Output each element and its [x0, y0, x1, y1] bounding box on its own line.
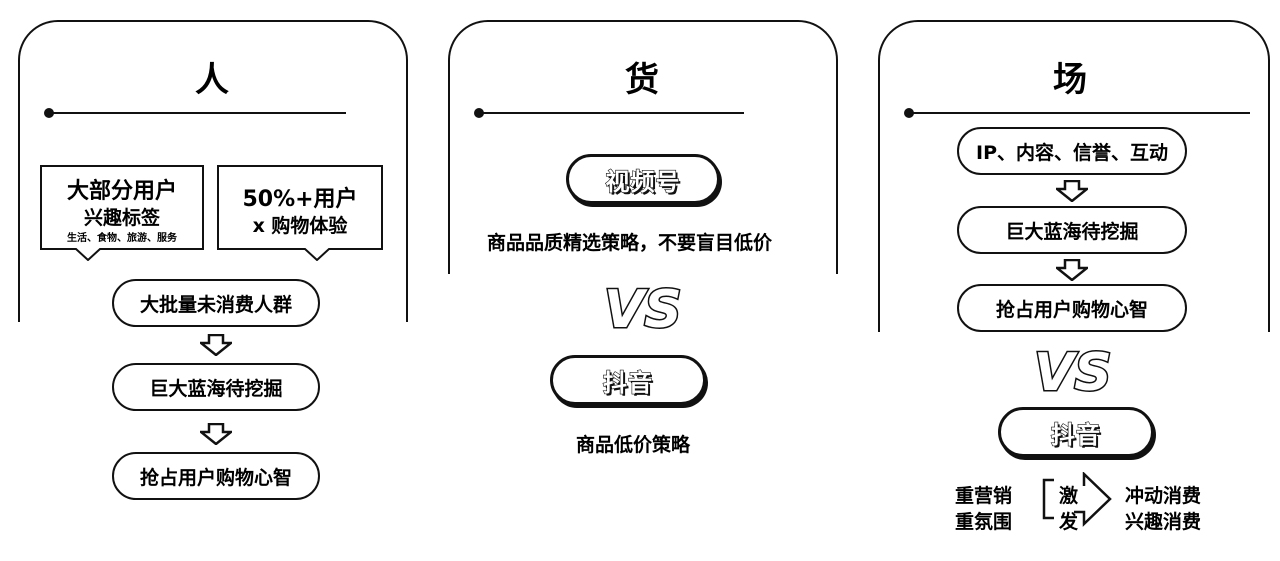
goods-strategy-quality: 商品品质精选策略，不要盲目低价: [487, 232, 773, 254]
down-arrow-icon: [200, 423, 232, 445]
marketing-focus-1: 重营销: [955, 485, 1013, 507]
panel-people-rule: [50, 112, 346, 114]
place-flow-step-2: 巨大蓝海待挖掘: [957, 206, 1187, 254]
platform-tag-douyin: 抖音: [998, 407, 1154, 457]
panel-place-title: 场: [1053, 60, 1087, 100]
down-arrow-icon: [1056, 259, 1088, 281]
people-flow-step-1: 大批量未消费人群: [112, 279, 320, 327]
consumption-type-1: 冲动消费: [1125, 485, 1202, 507]
marketing-focus-2: 重氛围: [955, 511, 1013, 533]
consumption-type-2: 兴趣消费: [1125, 511, 1202, 533]
callout-shopping-experience: 50%+用户 x 购物体验: [217, 165, 383, 261]
trigger-char-2: 发: [1059, 511, 1079, 533]
platform-tag-label: 抖音: [1050, 420, 1101, 449]
callout-line-1: 50%+用户: [242, 187, 358, 212]
callout-line-1: 大部分用户: [66, 179, 177, 204]
panel-people-title: 人: [195, 60, 229, 100]
vs-text: VS: [1034, 343, 1112, 402]
place-flow-step-1: IP、内容、信誉、互动: [957, 127, 1187, 175]
callout-interest-tags: 大部分用户 兴趣标签 生活、食物、旅游、服务: [40, 165, 204, 261]
down-arrow-icon: [1056, 180, 1088, 202]
panel-goods-rule: [480, 112, 744, 114]
place-flow-step-3: 抢占用户购物心智: [957, 284, 1187, 332]
vs-badge-icon: VS: [603, 279, 684, 339]
callout-line-3: 生活、食物、旅游、服务: [67, 233, 177, 244]
panel-place-rule: [910, 112, 1250, 114]
people-flow-step-3: 抢占用户购物心智: [112, 452, 320, 500]
down-arrow-icon: [200, 334, 232, 356]
callout-line-2: 兴趣标签: [83, 207, 160, 229]
vs-text: VS: [604, 280, 682, 339]
platform-tag-shipinhao: 视频号: [566, 154, 720, 204]
goods-strategy-low-price: 商品低价策略: [576, 434, 691, 456]
platform-tag-douyin: 抖音: [550, 355, 706, 405]
trigger-char-1: 激: [1059, 485, 1079, 507]
platform-tag-label: 抖音: [602, 368, 653, 397]
panel-goods-title: 货: [625, 60, 659, 100]
platform-tag-label: 视频号: [605, 167, 681, 196]
callout-line-2: x 购物体验: [252, 215, 348, 237]
people-flow-step-2: 巨大蓝海待挖掘: [112, 363, 320, 411]
vs-badge-icon: VS: [1033, 342, 1114, 402]
